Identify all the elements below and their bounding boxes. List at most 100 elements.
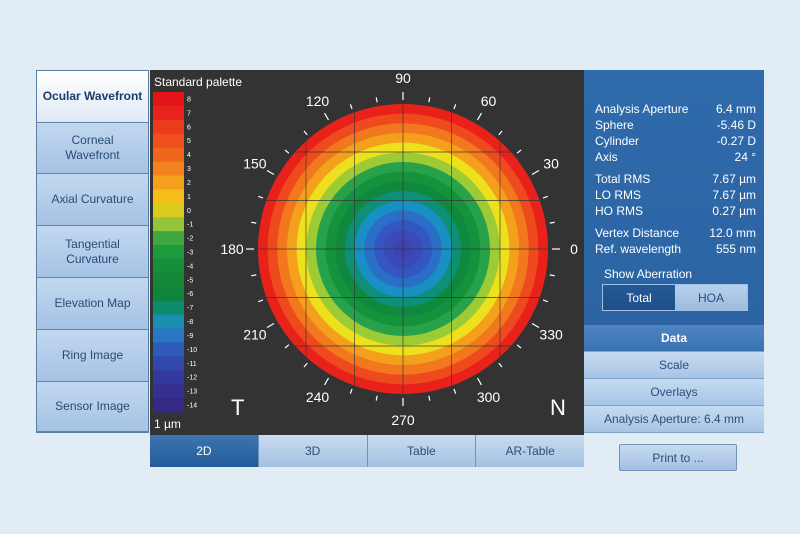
data-button[interactable]: Data [584,325,764,352]
analysis-aperture-button[interactable]: Analysis Aperture: 6.4 mm [584,406,764,433]
scale-label: -3 [187,250,193,257]
angle-label: 210 [243,327,267,343]
info-value: -5.46 D [716,118,756,132]
scale-swatch [153,370,184,385]
scale-swatch [153,384,184,399]
scale-swatch [153,147,184,163]
scale-swatch [153,398,184,413]
angle-tick [428,97,431,103]
angle-tick [284,344,290,349]
nav-item-sensor-image[interactable]: Sensor Image [37,382,148,432]
info-value: 6.4 mm [715,102,756,116]
angle-tick [516,344,522,349]
scale-swatch [153,175,184,190]
angle-tick [498,362,503,368]
info-label: Sphere [595,118,634,132]
angle-tick [303,362,308,368]
angle-tick [453,104,457,110]
scale-swatch [153,161,184,176]
nav-item-axial-curvature[interactable]: Axial Curvature [37,174,148,226]
analysis-info-panel: Analysis Aperture 6.4 mm Sphere -5.46 D Cyli… [584,70,764,325]
angle-tick [549,274,555,277]
scale-label: 3 [187,166,191,173]
scale-swatch [153,272,184,288]
scale-label: -12 [187,375,197,382]
angle-tick [428,395,431,401]
nasal-label: N [550,395,566,420]
info-label: HO RMS [595,204,643,218]
scale-label: -9 [187,333,193,340]
scale-button[interactable]: Scale [584,352,764,379]
nav-item-tangential-curvature[interactable]: Tangential Curvature [37,226,148,278]
nav-item-elevation-map[interactable]: Elevation Map [37,278,148,330]
tab-2d[interactable]: 2D [150,435,259,467]
scale-swatch [153,342,184,357]
wavefront-map: Standard palette876543210-1-2-3-4-5-6-7-… [153,70,578,431]
angle-tick [476,112,483,121]
left-navigation: Ocular Wavefront Corneal Wavefront Axial C… [36,70,149,433]
angle-tick [375,97,378,103]
info-value: 7.67 µm [712,172,756,186]
angle-tick [266,322,275,329]
scale-swatch [153,217,184,232]
angle-label: 180 [220,241,244,257]
wavefront-map-panel: Standard palette 8 7 6 5 4 3 2 1 0 -1 -2 -3 -4 -5 -6 -7-… [150,70,584,435]
total-button[interactable]: Total [603,285,675,310]
angle-tick [258,195,264,199]
scale-label: 2 [187,180,191,187]
info-label: Ref. wavelength [595,242,682,256]
info-label: Vertex Distance [595,226,680,240]
scale-label: 6 [187,124,191,131]
angle-tick [349,104,353,110]
angle-label: 60 [481,93,497,109]
scale-label: -10 [187,347,197,354]
info-label: LO RMS [595,188,642,202]
scale-label: -7 [187,305,193,312]
scale-swatch [153,92,184,107]
scale-label: -6 [187,291,193,298]
info-label: Axis [595,150,618,164]
aberration-toggle: Total HOA [602,284,748,311]
angle-tick [531,169,540,176]
scale-swatch [153,356,184,371]
angle-tick [284,149,290,154]
angle-tick [251,221,257,224]
tab-3d[interactable]: 3D [258,435,368,467]
angle-tick [453,388,457,394]
angle-tick [266,169,275,176]
angle-label: 120 [306,93,330,109]
overlays-button[interactable]: Overlays [584,379,764,406]
angle-label: 270 [391,412,415,428]
palette-title: Standard palette [154,75,242,89]
scale-label: -2 [187,236,193,243]
info-label: Cylinder [595,134,640,148]
scale-label: -5 [187,277,193,284]
scale-label: -8 [187,319,193,326]
scale-label: 7 [187,110,191,117]
info-label: Total RMS [595,172,651,186]
nav-item-ring-image[interactable]: Ring Image [37,330,148,382]
unit-label: 1 µm [154,417,181,431]
tab-ar-table[interactable]: AR-Table [476,435,584,467]
angle-tick [516,149,522,154]
angle-label: 240 [306,389,330,405]
hoa-button[interactable]: HOA [675,285,747,310]
tab-table[interactable]: Table [367,435,477,467]
scale-swatch [153,189,184,204]
angle-label: 150 [243,156,267,172]
show-aberration-label: Show Aberration [604,267,693,281]
scale-label: -13 [187,389,197,396]
nav-item-ocular-wavefront[interactable]: Ocular Wavefront [37,71,148,123]
angle-tick [349,388,353,394]
info-label: Analysis Aperture [595,102,689,116]
angle-tick [251,274,257,277]
scale-label: -1 [187,222,193,229]
info-value: 0.27 µm [712,204,756,218]
scale-label: 4 [187,152,191,159]
nav-item-corneal-wavefront[interactable]: Corneal Wavefront [37,123,148,174]
info-value: 555 nm [715,242,756,256]
print-button[interactable]: Print to ... [619,444,737,471]
angle-tick [542,195,548,199]
view-tabs: 2D 3D Table AR-Table [150,435,584,467]
angle-tick [531,322,540,329]
